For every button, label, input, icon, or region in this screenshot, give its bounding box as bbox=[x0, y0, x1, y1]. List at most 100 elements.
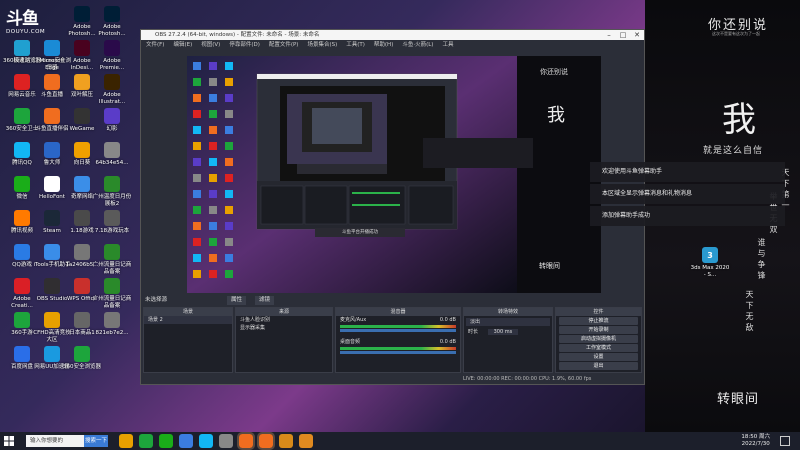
obs-preview[interactable]: 你还别说 我 转眼间 斗鱼平台开播成功 bbox=[187, 56, 601, 293]
taskbar-app-icon[interactable] bbox=[179, 434, 193, 448]
app-icon bbox=[74, 346, 90, 362]
mixer-channel-level: 0.0 dB bbox=[439, 317, 456, 323]
obs-menubar: 文件(F) 编辑(E) 视图(V) 停靠部件(D) 配置文件(P) 场景集合(S) 工具(T… bbox=[141, 40, 644, 50]
app-icon bbox=[44, 142, 60, 158]
douyu-logo: 斗鱼 DOUYU.COM bbox=[6, 4, 50, 36]
taskbar-app-icon[interactable] bbox=[159, 434, 173, 448]
sources-panel: 来源 斗鱼人脸识别 显示器采集 bbox=[235, 307, 333, 373]
desktop-icon[interactable]: 3 3ds Max 2020 - S... bbox=[691, 247, 729, 291]
transitions-title: 转场特效 bbox=[464, 308, 552, 316]
volume-slider[interactable] bbox=[340, 351, 456, 354]
mini-desktop-icon bbox=[209, 190, 217, 198]
menu-item[interactable]: 斗鱼·火箭(L) bbox=[402, 40, 433, 50]
svg-text:你还别说: 你还别说 bbox=[540, 67, 568, 76]
scene-item[interactable]: 场景 2 bbox=[144, 316, 232, 324]
studio-mode-button[interactable]: 工作室模式 bbox=[559, 344, 638, 352]
taskbar-app-icon[interactable] bbox=[119, 434, 133, 448]
search-button[interactable]: 搜索一下 bbox=[84, 435, 108, 447]
maximize-icon[interactable]: □ bbox=[616, 30, 630, 40]
menu-item[interactable]: 帮助(H) bbox=[374, 40, 393, 50]
filters-button[interactable]: 滤镜 bbox=[255, 296, 275, 305]
properties-button[interactable]: 属性 bbox=[227, 296, 247, 305]
wallpaper-column: 天下无敌 bbox=[745, 290, 754, 334]
taskbar-app-icon[interactable] bbox=[237, 432, 255, 450]
obs-window[interactable]: OBS 27.2.4 (64-bit, windows) - 配置文件: 未命名… bbox=[140, 29, 645, 385]
exit-button[interactable]: 退出 bbox=[559, 362, 638, 370]
taskbar-app-icon[interactable] bbox=[139, 434, 153, 448]
start-recording-button[interactable]: 开始录制 bbox=[559, 326, 638, 334]
mini-desktop-icon bbox=[225, 78, 233, 86]
obs-dock: 未选择源 属性 滤镜 场景 场景 2 来源 斗鱼人脸识别 显示器采集 混音器 麦… bbox=[141, 293, 644, 384]
mixer-channel: 桌面音频 0.0 dB bbox=[336, 338, 460, 346]
taskbar-app-icon[interactable] bbox=[219, 434, 233, 448]
desktop-icon-label: Adobe Premie... bbox=[99, 58, 125, 71]
app-icon bbox=[74, 244, 90, 260]
mini-desktop-icon bbox=[193, 270, 201, 278]
menu-item[interactable]: 文件(F) bbox=[146, 40, 164, 50]
app-icon bbox=[14, 244, 30, 260]
menu-item[interactable]: 视图(V) bbox=[201, 40, 220, 50]
clock[interactable]: 18:50 周六 2022/7/30 bbox=[741, 434, 770, 448]
source-item[interactable]: 显示器采集 bbox=[236, 324, 332, 332]
mini-desktop-icon bbox=[225, 94, 233, 102]
mini-desktop-icon bbox=[225, 254, 233, 262]
volume-meter bbox=[340, 325, 456, 328]
source-item[interactable]: 斗鱼人脸识别 bbox=[236, 316, 332, 324]
taskbar-app-icon[interactable] bbox=[257, 432, 275, 450]
stop-streaming-button[interactable]: 停止推流 bbox=[559, 317, 638, 325]
scenes-title: 场景 bbox=[144, 308, 232, 316]
clock-date: 2022/7/30 bbox=[741, 441, 770, 447]
notification: 欢迎使用斗鱼弹幕助手 bbox=[590, 162, 785, 182]
app-icon bbox=[14, 278, 30, 294]
mini-desktop-icon bbox=[209, 94, 217, 102]
app-icon bbox=[44, 40, 60, 56]
wallpaper-subtitle: 这次不是要有这次为了一起 bbox=[712, 31, 760, 36]
mixer-panel: 混音器 麦克风/Aux 0.0 dB 桌面音频 0.0 dB bbox=[335, 307, 461, 373]
desktop-icon[interactable]: 360安全浏览器 bbox=[63, 346, 101, 390]
menu-item[interactable]: 配置文件(P) bbox=[269, 40, 299, 50]
notification: 添加弹幕助手成功 bbox=[590, 206, 785, 226]
taskbar-app-icon[interactable] bbox=[279, 434, 293, 448]
app-icon bbox=[74, 6, 90, 22]
nested-toast: 斗鱼平台开播成功 bbox=[315, 228, 405, 237]
app-icon bbox=[74, 142, 90, 158]
notification-center-icon[interactable] bbox=[780, 436, 790, 446]
mini-desktop-icon bbox=[193, 94, 201, 102]
menu-item[interactable]: 编辑(E) bbox=[173, 40, 192, 50]
sources-title: 来源 bbox=[236, 308, 332, 316]
mini-desktop-icon bbox=[209, 270, 217, 278]
virtual-camera-button[interactable]: 启动虚拟摄像机 bbox=[559, 335, 638, 343]
menu-item[interactable]: 停靠部件(D) bbox=[229, 40, 260, 50]
duration-input[interactable]: 300 ms bbox=[487, 329, 519, 335]
volume-slider[interactable] bbox=[340, 329, 456, 332]
desktop-icon-label: 360安全浏览器 bbox=[63, 364, 101, 370]
taskbar-app-icon[interactable] bbox=[299, 434, 313, 448]
search-input[interactable]: 输入你想要的 bbox=[26, 435, 84, 447]
mini-desktop-icon bbox=[193, 142, 201, 150]
desktop-icon-label: 广州流量日记商品备案 bbox=[92, 262, 132, 275]
minimize-icon[interactable]: – bbox=[602, 30, 616, 40]
menu-item[interactable]: 工具(T) bbox=[346, 40, 365, 50]
transition-select[interactable]: 淡出 bbox=[466, 318, 550, 326]
menu-item[interactable]: 工具 bbox=[442, 40, 453, 50]
mini-desktop-icon bbox=[225, 222, 233, 230]
app-icon bbox=[74, 176, 90, 192]
mini-desktop-icon bbox=[193, 158, 201, 166]
windows-icon bbox=[4, 436, 14, 446]
mini-desktop-icon bbox=[225, 190, 233, 198]
mini-desktop-icon bbox=[193, 126, 201, 134]
settings-button[interactable]: 设置 bbox=[559, 353, 638, 361]
notification: 本区域全显示弹幕消息和礼物消息 bbox=[590, 184, 785, 204]
dock-no-source: 未选择源 bbox=[145, 297, 168, 303]
mini-desktop-icon bbox=[209, 142, 217, 150]
mini-desktop-icon bbox=[225, 158, 233, 166]
taskbar-app-icon[interactable] bbox=[199, 434, 213, 448]
mini-desktop-icon bbox=[193, 238, 201, 246]
wallpaper-footer: 转眼间 bbox=[717, 392, 760, 407]
app-icon bbox=[44, 108, 60, 124]
close-icon[interactable]: ✕ bbox=[630, 30, 644, 40]
menu-item[interactable]: 场景集合(S) bbox=[307, 40, 337, 50]
volume-meter bbox=[340, 347, 456, 350]
app-icon bbox=[74, 74, 90, 90]
start-button[interactable] bbox=[0, 432, 18, 450]
